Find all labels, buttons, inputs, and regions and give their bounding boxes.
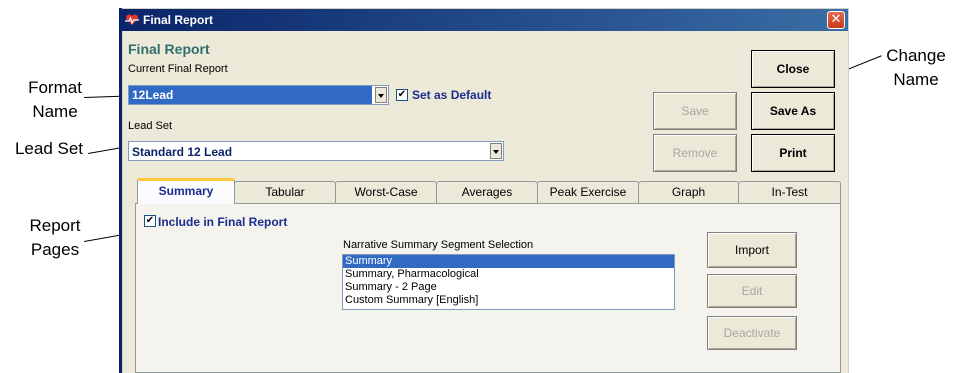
include-label[interactable]: Include in Final Report xyxy=(158,215,287,229)
set-default-checkbox[interactable]: ✔ xyxy=(396,89,408,101)
callout-report-pages-text: Report Pages xyxy=(29,216,81,259)
callout-change-name-text: Change Name xyxy=(886,46,946,89)
close-icon[interactable]: ✕ xyxy=(827,11,845,29)
save-as-button[interactable]: Save As xyxy=(751,92,835,130)
close-button[interactable]: Close xyxy=(751,50,835,88)
list-item[interactable]: Custom Summary [English] xyxy=(343,294,674,307)
edit-button[interactable]: Edit xyxy=(707,274,797,308)
segment-list-label: Narrative Summary Segment Selection xyxy=(343,239,534,251)
list-item[interactable]: Summary xyxy=(343,255,674,268)
checkmark-icon: ✔ xyxy=(145,215,155,226)
import-button[interactable]: Import xyxy=(707,232,797,268)
list-item[interactable]: Summary - 2 Page xyxy=(343,281,674,294)
callout-format-name: Format Name xyxy=(10,76,100,124)
segment-listbox[interactable]: Summary Summary, Pharmacological Summary… xyxy=(342,254,675,310)
deactivate-button[interactable]: Deactivate xyxy=(707,316,797,350)
checkmark-icon: ✔ xyxy=(397,89,407,100)
include-checkbox[interactable]: ✔ xyxy=(144,215,156,227)
remove-button[interactable]: Remove xyxy=(653,134,737,172)
tab-averages[interactable]: Averages xyxy=(436,181,538,203)
dropdown-arrow-icon[interactable] xyxy=(490,143,502,159)
callout-change-name: Change Name xyxy=(868,44,964,92)
page-title: Final Report xyxy=(128,41,210,57)
current-report-value: 12Lead xyxy=(129,86,372,104)
lead-set-select[interactable]: Standard 12 Lead xyxy=(128,141,504,161)
lead-set-value: Standard 12 Lead xyxy=(132,145,233,159)
current-report-select[interactable]: 12Lead xyxy=(128,85,389,105)
callout-lead-set: Lead Set xyxy=(4,137,94,161)
list-item[interactable]: Summary, Pharmacological xyxy=(343,268,674,281)
callout-lead-set-text: Lead Set xyxy=(14,139,84,158)
dropdown-arrow-icon[interactable] xyxy=(375,87,387,103)
summary-tab-panel: ✔ Include in Final Report Narrative Summ… xyxy=(135,203,841,373)
current-report-label: Current Final Report xyxy=(128,63,228,75)
window-title: Final Report xyxy=(143,13,214,27)
dialog-client-area: Final Report Current Final Report 12Lead… xyxy=(123,31,848,373)
tab-graph[interactable]: Graph xyxy=(638,181,739,203)
print-button[interactable]: Print xyxy=(751,134,835,172)
tab-summary[interactable]: Summary xyxy=(137,178,235,204)
tab-in-test[interactable]: In-Test xyxy=(738,181,841,203)
callout-format-name-text: Format Name xyxy=(28,78,82,121)
tab-worst-case[interactable]: Worst-Case xyxy=(335,181,437,203)
callout-report-pages: Report Pages xyxy=(10,214,100,262)
save-button[interactable]: Save xyxy=(653,92,737,130)
title-bar[interactable]: Final Report ✕ xyxy=(120,9,848,31)
tab-tabular[interactable]: Tabular xyxy=(234,181,336,203)
final-report-window: Final Report ✕ Final Report Current Fina… xyxy=(119,8,849,373)
set-default-label[interactable]: Set as Default xyxy=(412,88,491,102)
heart-ecg-icon xyxy=(125,14,139,25)
tab-peak-exercise[interactable]: Peak Exercise xyxy=(537,181,639,203)
lead-set-label: Lead Set xyxy=(128,120,173,132)
